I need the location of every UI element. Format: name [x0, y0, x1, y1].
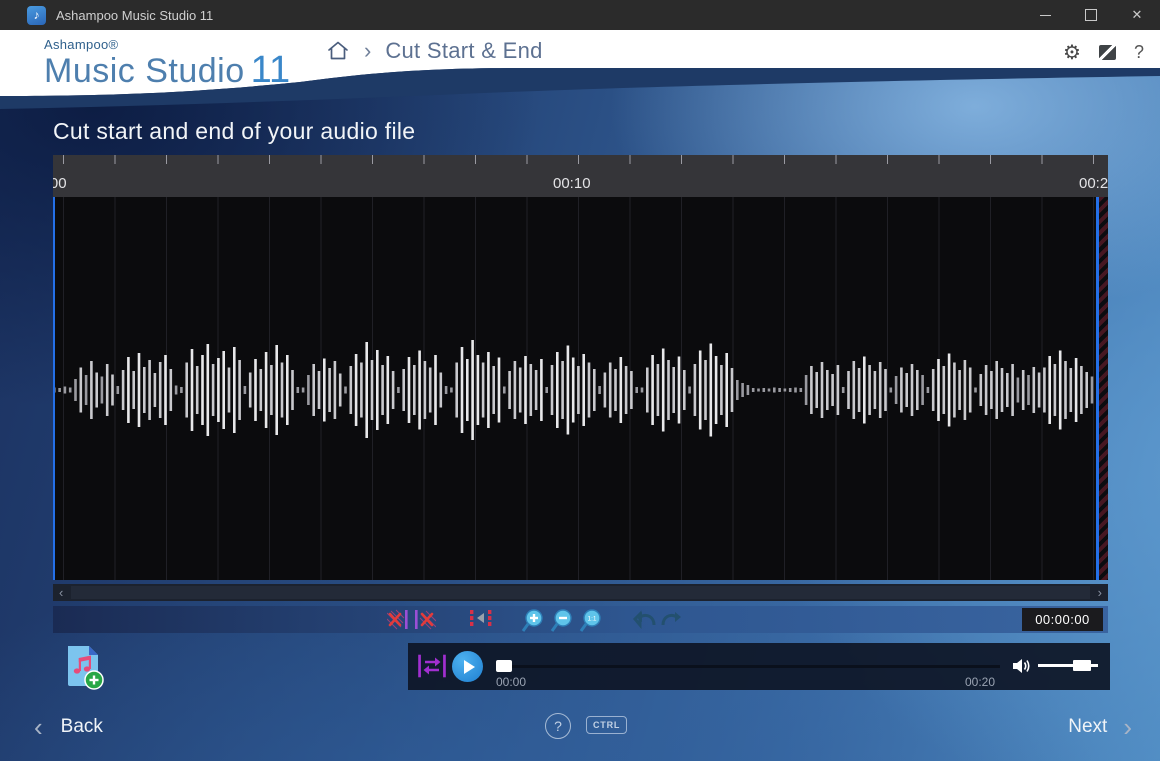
logo-product-text: Music Studio: [44, 52, 245, 90]
svg-text:1:1: 1:1: [587, 616, 596, 623]
back-chevron-icon: ‹: [34, 712, 43, 742]
app-logo-icon: ♪: [27, 6, 46, 25]
cut-end-hatch-region: [1099, 197, 1108, 580]
next-label: Next: [1068, 716, 1107, 738]
next-chevron-icon: ›: [1123, 712, 1132, 742]
home-icon[interactable]: [326, 39, 350, 63]
minimize-icon: [1040, 15, 1051, 16]
total-duration: 00:20: [965, 675, 995, 689]
page-title: Cut start and end of your audio file: [53, 118, 415, 145]
close-icon: ✕: [1132, 7, 1143, 23]
scroll-left-icon[interactable]: ‹: [53, 584, 69, 601]
titlebar: ♪ Ashampoo Music Studio 11 ✕: [0, 0, 1160, 30]
ruler-label: 00:00: [53, 175, 67, 192]
next-button[interactable]: Next ›: [1068, 712, 1132, 742]
cut-after-marker-button[interactable]: [413, 609, 436, 630]
elapsed-time: 00:00: [496, 675, 526, 689]
cut-before-marker-button[interactable]: [387, 609, 410, 630]
help-icon[interactable]: ?: [1134, 42, 1144, 63]
app-window: ♪ Ashampoo Music Studio 11 ✕ Ashampoo® M…: [0, 0, 1160, 761]
maximize-button[interactable]: [1068, 0, 1114, 30]
ruler-label: 00:20: [1079, 175, 1108, 192]
logo-version-text: 11: [251, 49, 290, 91]
ruler-label: 00:10: [553, 175, 591, 192]
fade-markers-button[interactable]: [467, 609, 495, 630]
breadcrumb-current: Cut Start & End: [385, 38, 542, 64]
zoom-out-button[interactable]: [550, 609, 574, 633]
add-audio-file-button[interactable]: [62, 642, 106, 690]
close-button[interactable]: ✕: [1114, 0, 1160, 30]
breadcrumb-chevron-icon: ›: [364, 38, 371, 64]
play-button[interactable]: [452, 651, 483, 682]
minimize-button[interactable]: [1022, 0, 1068, 30]
waveform-canvas[interactable]: [53, 197, 1108, 580]
help-circle-button[interactable]: ?: [545, 713, 571, 739]
help-question-icon: ?: [554, 718, 562, 734]
maximize-icon: [1085, 9, 1097, 21]
ruler-ticks: [63, 155, 1108, 164]
back-button[interactable]: ‹ Back: [34, 712, 103, 742]
breadcrumb: › Cut Start & End: [326, 38, 543, 64]
seek-handle[interactable]: [496, 660, 512, 672]
edit-toolbar: 1:1 00:00:00: [53, 606, 1108, 633]
feedback-icon[interactable]: [1099, 45, 1116, 60]
player-bar: 00:00 00:20: [408, 643, 1110, 690]
timeline-ruler[interactable]: 00:00 00:10 00:20: [53, 155, 1108, 197]
ctrl-shortcut-badge: CTRL: [586, 716, 627, 734]
scrollbar-thumb[interactable]: [71, 586, 1089, 599]
window-title: Ashampoo Music Studio 11: [56, 8, 1022, 23]
cut-start-marker[interactable]: [53, 197, 55, 580]
back-label: Back: [61, 716, 103, 738]
volume-icon[interactable]: [1011, 656, 1033, 676]
undo-button[interactable]: [633, 609, 657, 629]
zoom-reset-button[interactable]: 1:1: [579, 609, 603, 633]
horizontal-scrollbar[interactable]: ‹ ›: [53, 584, 1108, 601]
volume-handle[interactable]: [1073, 660, 1091, 671]
app-logo: Ashampoo® Music Studio11: [44, 38, 290, 89]
play-icon: [464, 660, 475, 674]
zoom-in-button[interactable]: [521, 609, 545, 633]
waveform: [53, 197, 1096, 580]
scroll-right-icon[interactable]: ›: [1092, 584, 1108, 601]
cursor-time-display: 00:00:00: [1022, 608, 1103, 631]
loop-icon[interactable]: [418, 653, 446, 679]
seek-track[interactable]: [498, 665, 1000, 668]
redo-button[interactable]: [660, 609, 684, 629]
settings-gear-icon[interactable]: ⚙: [1063, 40, 1081, 65]
